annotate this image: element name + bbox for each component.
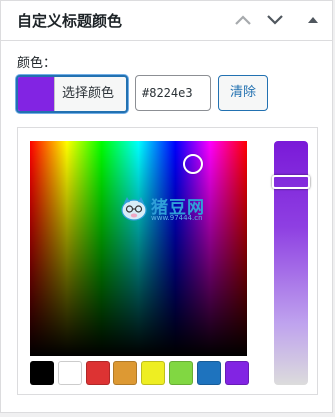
palette-swatch-black[interactable] xyxy=(30,361,54,385)
lightness-slider[interactable] xyxy=(272,141,310,385)
color-spectrum-area[interactable] xyxy=(30,141,247,356)
palette-swatch-yellow[interactable] xyxy=(141,361,166,385)
palette-swatch-purple[interactable] xyxy=(224,361,249,385)
hex-color-input[interactable] xyxy=(135,75,211,111)
lightness-slider-handle[interactable] xyxy=(272,175,310,189)
panel-title: 自定义标题颜色 xyxy=(17,12,123,30)
move-up-button[interactable] xyxy=(232,9,254,31)
select-color-label: 选择颜色 xyxy=(62,86,115,101)
toggle-panel-button[interactable] xyxy=(302,9,324,31)
panel-header: 自定义标题颜色 xyxy=(1,1,332,41)
palette-swatch-orange[interactable] xyxy=(113,361,138,385)
palette-swatch-red[interactable] xyxy=(85,361,110,385)
color-settings-panel: 自定义标题颜色 颜色： 选择颜色 清除 xyxy=(0,0,333,413)
chevron-down-icon xyxy=(267,15,283,25)
palette-swatch-blue[interactable] xyxy=(196,361,221,385)
chevron-up-icon xyxy=(235,15,251,25)
triangle-up-icon xyxy=(308,17,318,23)
palette-swatch-white[interactable] xyxy=(57,361,82,385)
clear-button[interactable]: 清除 xyxy=(218,75,268,111)
select-color-button[interactable]: 选择颜色 xyxy=(16,75,128,113)
color-field-label: 颜色： xyxy=(17,56,57,71)
spectrum-handle[interactable] xyxy=(183,154,203,174)
move-down-button[interactable] xyxy=(264,9,286,31)
palette-swatch-green[interactable] xyxy=(169,361,193,385)
current-color-swatch xyxy=(18,77,55,111)
